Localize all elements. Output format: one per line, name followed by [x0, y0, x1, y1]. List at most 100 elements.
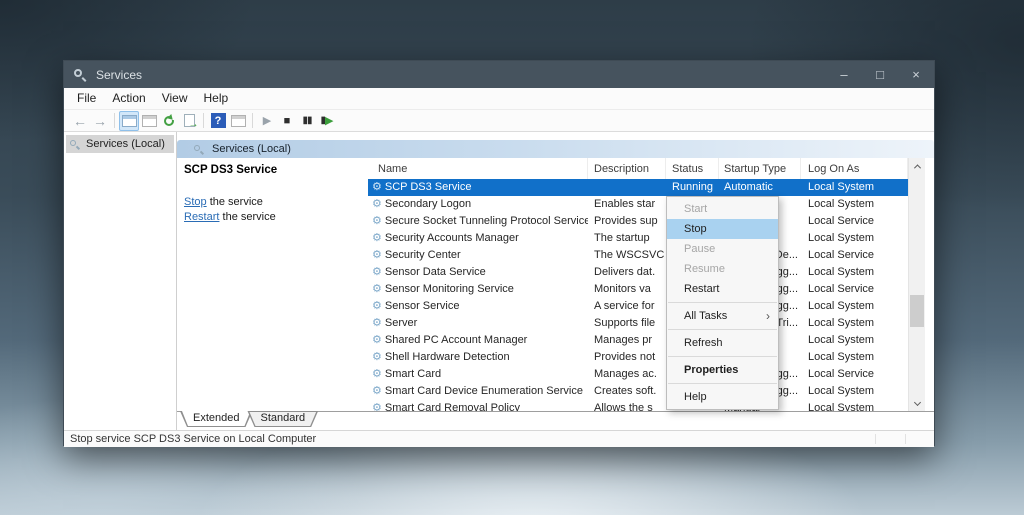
service-gear-icon: ⚙	[372, 366, 382, 383]
table-row[interactable]: ⚙Shared PC Account Manager Manages pr Lo…	[368, 332, 908, 349]
toolbar-separator	[114, 113, 115, 128]
context-menu-item[interactable]: Refresh	[667, 333, 778, 353]
menu-item[interactable]: Action	[104, 88, 153, 109]
help-button[interactable]: ?	[208, 111, 228, 131]
restart-service-button[interactable]: ▮▶	[317, 111, 337, 131]
pause-service-icon: ▮▮	[302, 115, 311, 126]
context-menu-item[interactable]: Properties	[667, 360, 778, 380]
properties-window-button[interactable]	[139, 111, 159, 131]
context-menu-item[interactable]: All Tasks ›	[667, 306, 778, 326]
action-pane-icon	[231, 115, 246, 127]
service-name-cell: ⚙Shared PC Account Manager	[368, 332, 588, 349]
menu-item[interactable]: View	[154, 88, 196, 109]
context-menu-item-label: Help	[684, 391, 707, 403]
table-row[interactable]: ⚙Secondary Logon Enables star Local Syst…	[368, 196, 908, 213]
table-row[interactable]: ⚙Security Accounts Manager The startup L…	[368, 230, 908, 247]
view-tab[interactable]: Standard	[247, 411, 318, 427]
show-action-pane-button[interactable]	[228, 111, 248, 131]
table-row[interactable]: ⚙Sensor Data Service Delivers dat. gg...…	[368, 264, 908, 281]
service-name-cell: ⚙Secure Socket Tunneling Protocol Servic…	[368, 213, 588, 230]
show-console-tree-button[interactable]	[119, 111, 139, 131]
column-header-log-on-as[interactable]: Log On As	[801, 158, 908, 179]
service-context-menu: Start Stop Pause Resume Restart All Task…	[666, 196, 779, 410]
column-header-startup-type[interactable]: Startup Type	[719, 158, 801, 179]
context-menu-item[interactable]	[668, 329, 777, 330]
magnifier-icon	[194, 144, 205, 155]
service-description-cell: Supports file	[588, 315, 666, 332]
column-header-name[interactable]: Name	[368, 158, 588, 179]
panel-header-band: Services (Local)	[177, 140, 934, 158]
toolbar-separator	[252, 113, 253, 128]
table-row[interactable]: ⚙Smart Card Device Enumeration Service C…	[368, 383, 908, 400]
column-header-status[interactable]: Status	[666, 158, 719, 179]
context-menu-item[interactable]: Resume	[667, 259, 778, 279]
service-action-line: Stop the service	[184, 195, 362, 210]
service-description-cell: Monitors va	[588, 281, 666, 298]
context-menu-item[interactable]: Help	[667, 387, 778, 407]
services-list: Name Description Status Startup Type Log…	[368, 158, 908, 411]
export-list-button[interactable]: →	[179, 111, 199, 131]
view-tab[interactable]: Extended	[180, 411, 252, 427]
context-menu-item-label: Restart	[684, 283, 719, 295]
menu-item[interactable]: Help	[196, 88, 237, 109]
context-menu-item[interactable]: Restart	[667, 279, 778, 299]
context-menu-item[interactable]	[668, 302, 777, 303]
service-name-cell: ⚙SCP DS3 Service	[368, 179, 588, 196]
service-action-suffix: the service	[219, 211, 275, 223]
service-name-cell: ⚙Security Center	[368, 247, 588, 264]
help-icon: ?	[211, 113, 226, 128]
service-name-cell: ⚙Security Accounts Manager	[368, 230, 588, 247]
context-menu-item[interactable]: Pause	[667, 239, 778, 259]
tree-item-services-local[interactable]: Services (Local)	[66, 135, 174, 153]
table-row[interactable]: ⚙Shell Hardware Detection Provides not L…	[368, 349, 908, 366]
maximize-icon[interactable]: □	[862, 61, 898, 88]
context-menu-item-label: Resume	[684, 263, 725, 275]
start-service-button[interactable]: ▶	[257, 111, 277, 131]
context-menu-item[interactable]	[668, 383, 777, 384]
service-logon-cell: Local System	[801, 179, 908, 196]
service-rows: ⚙SCP DS3 Service Running Automatic Local…	[368, 179, 908, 411]
service-action-link[interactable]: Restart	[184, 211, 219, 223]
start-service-icon: ▶	[263, 114, 271, 127]
column-header-description[interactable]: Description	[588, 158, 666, 179]
table-row[interactable]: ⚙Sensor Service A service for gg... Loca…	[368, 298, 908, 315]
service-gear-icon: ⚙	[372, 264, 382, 281]
service-logon-cell: Local System	[801, 315, 908, 332]
table-row[interactable]: ⚙Secure Socket Tunneling Protocol Servic…	[368, 213, 908, 230]
submenu-arrow-icon: ›	[766, 306, 770, 326]
context-menu-item[interactable]	[668, 356, 777, 357]
context-menu-item[interactable]: Start	[667, 199, 778, 219]
context-menu-item[interactable]: Stop	[667, 219, 778, 239]
pause-service-button[interactable]: ▮▮	[297, 111, 317, 131]
context-menu-item-label: Pause	[684, 243, 715, 255]
title-bar[interactable]: Services – □ ×	[64, 61, 934, 88]
scroll-up-icon[interactable]	[909, 158, 925, 175]
service-logon-cell: Local System	[801, 264, 908, 281]
scrollbar-thumb[interactable]	[910, 295, 924, 327]
service-name-cell: ⚙Smart Card Removal Policy	[368, 400, 588, 411]
refresh-button[interactable]	[159, 111, 179, 131]
service-action-links: Stop the serviceRestart the service	[184, 195, 362, 225]
close-icon[interactable]: ×	[898, 61, 934, 88]
menu-item[interactable]: File	[69, 88, 104, 109]
stop-service-button[interactable]: ■	[277, 111, 297, 131]
forward-button[interactable]: →	[90, 111, 110, 131]
scroll-down-icon[interactable]	[909, 394, 925, 411]
column-headers: Name Description Status Startup Type Log…	[368, 158, 908, 179]
table-row[interactable]: ⚙Smart Card Removal Policy Allows the s …	[368, 400, 908, 411]
table-row[interactable]: ⚙Server Supports file (Tri... Local Syst…	[368, 315, 908, 332]
back-button[interactable]: ←	[70, 111, 90, 131]
table-row[interactable]: ⚙Security Center The WSCSVC (De... Local…	[368, 247, 908, 264]
service-gear-icon: ⚙	[372, 332, 382, 349]
table-row[interactable]: ⚙Smart Card Manages ac. gg... Local Serv…	[368, 366, 908, 383]
service-gear-icon: ⚙	[372, 349, 382, 366]
console-window-icon	[122, 115, 137, 127]
table-row[interactable]: ⚙SCP DS3 Service Running Automatic Local…	[368, 179, 908, 196]
minimize-icon[interactable]: –	[826, 61, 862, 88]
service-action-link[interactable]: Stop	[184, 196, 207, 208]
table-row[interactable]: ⚙Sensor Monitoring Service Monitors va g…	[368, 281, 908, 298]
services-window: Services – □ × FileActionViewHelp ← → → …	[63, 60, 935, 446]
service-gear-icon: ⚙	[372, 179, 382, 196]
forward-icon: →	[93, 112, 107, 130]
vertical-scrollbar[interactable]	[908, 158, 925, 411]
